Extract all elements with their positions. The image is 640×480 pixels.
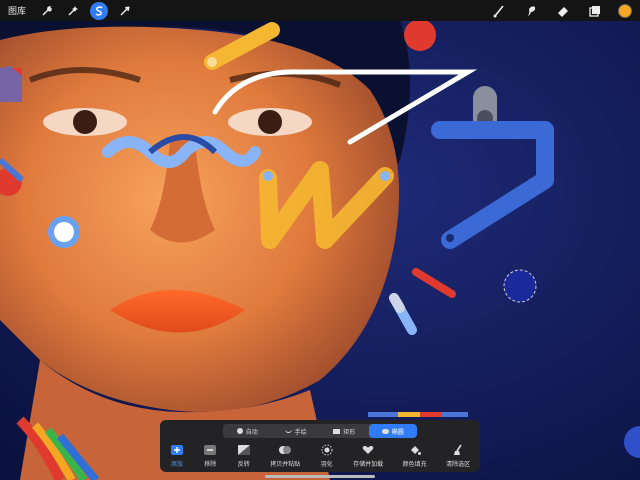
eraser-icon[interactable]: [554, 2, 572, 20]
mode-label: 自动: [245, 428, 258, 436]
action-label: 存储并加载: [353, 461, 384, 468]
fill-icon: [408, 444, 422, 456]
add-icon: [170, 444, 184, 456]
action-label: 添加: [170, 461, 183, 468]
mode-ellipse[interactable]: 椭圆: [368, 424, 417, 438]
mode-automatic[interactable]: 自动: [223, 424, 272, 438]
copy-paste-icon: [278, 444, 292, 456]
action-label: 清除选区: [446, 461, 471, 468]
ellipse-selection: [503, 269, 537, 303]
clear-selection-button[interactable]: 清除选区: [446, 444, 470, 470]
copy-paste-button[interactable]: 拷贝并粘贴: [270, 444, 300, 470]
freehand-icon: [284, 429, 292, 433]
selection-mode-bar: 自动 手绘 矩形 椭圆: [223, 424, 417, 438]
white-ring: [48, 216, 80, 248]
mode-freehand[interactable]: 手绘: [272, 424, 321, 438]
gallery-button[interactable]: 图库: [8, 4, 26, 17]
color-fill-button[interactable]: 颜色填充: [403, 444, 427, 470]
mode-rectangle[interactable]: 矩形: [320, 424, 369, 438]
mode-label: 手绘: [294, 428, 307, 436]
selection-s-icon[interactable]: [90, 1, 109, 20]
invert-button[interactable]: 反转: [237, 444, 251, 470]
action-label: 颜色填充: [402, 461, 427, 468]
layers-icon[interactable]: [586, 2, 604, 20]
add-button[interactable]: 添加: [170, 444, 184, 470]
color-swatch[interactable]: [618, 3, 632, 18]
brush-clear-icon: [451, 444, 465, 456]
action-label: 反转: [237, 461, 250, 468]
mode-label: 矩形: [343, 428, 356, 436]
arrow-cursor-icon[interactable]: [116, 2, 134, 20]
feather-icon: [320, 444, 334, 456]
dot-icon: [236, 428, 243, 434]
selection-actions: 添加 移除 反转 拷贝并粘贴 羽化 存储并加载 颜色填充 清除选区: [160, 444, 480, 470]
action-label: 拷贝并粘贴: [270, 461, 301, 468]
action-label: 移除: [204, 461, 217, 468]
magic-wand-icon[interactable]: [64, 2, 82, 20]
ellipse-icon: [381, 428, 389, 434]
home-indicator: [265, 475, 375, 478]
save-load-button[interactable]: 存储并加载: [353, 444, 383, 470]
mode-label: 椭圆: [391, 428, 404, 436]
drawing-canvas[interactable]: [0, 0, 640, 480]
brush-icon[interactable]: [490, 2, 508, 20]
rectangle-icon: [333, 428, 341, 434]
wrench-icon[interactable]: [38, 2, 56, 20]
invert-icon: [237, 444, 251, 456]
red-dot: [404, 19, 436, 51]
selection-panel: 自动 手绘 矩形 椭圆 添加 移除 反转 拷贝并粘贴 羽化 存储并加载 颜色填充…: [160, 420, 480, 472]
remove-icon: [203, 444, 217, 456]
feather-button[interactable]: 羽化: [320, 444, 334, 470]
action-label: 羽化: [320, 461, 333, 468]
top-toolbar: 图库: [0, 0, 640, 21]
smudge-icon[interactable]: [522, 2, 540, 20]
heart-icon: [361, 444, 375, 456]
remove-button[interactable]: 移除: [203, 444, 217, 470]
